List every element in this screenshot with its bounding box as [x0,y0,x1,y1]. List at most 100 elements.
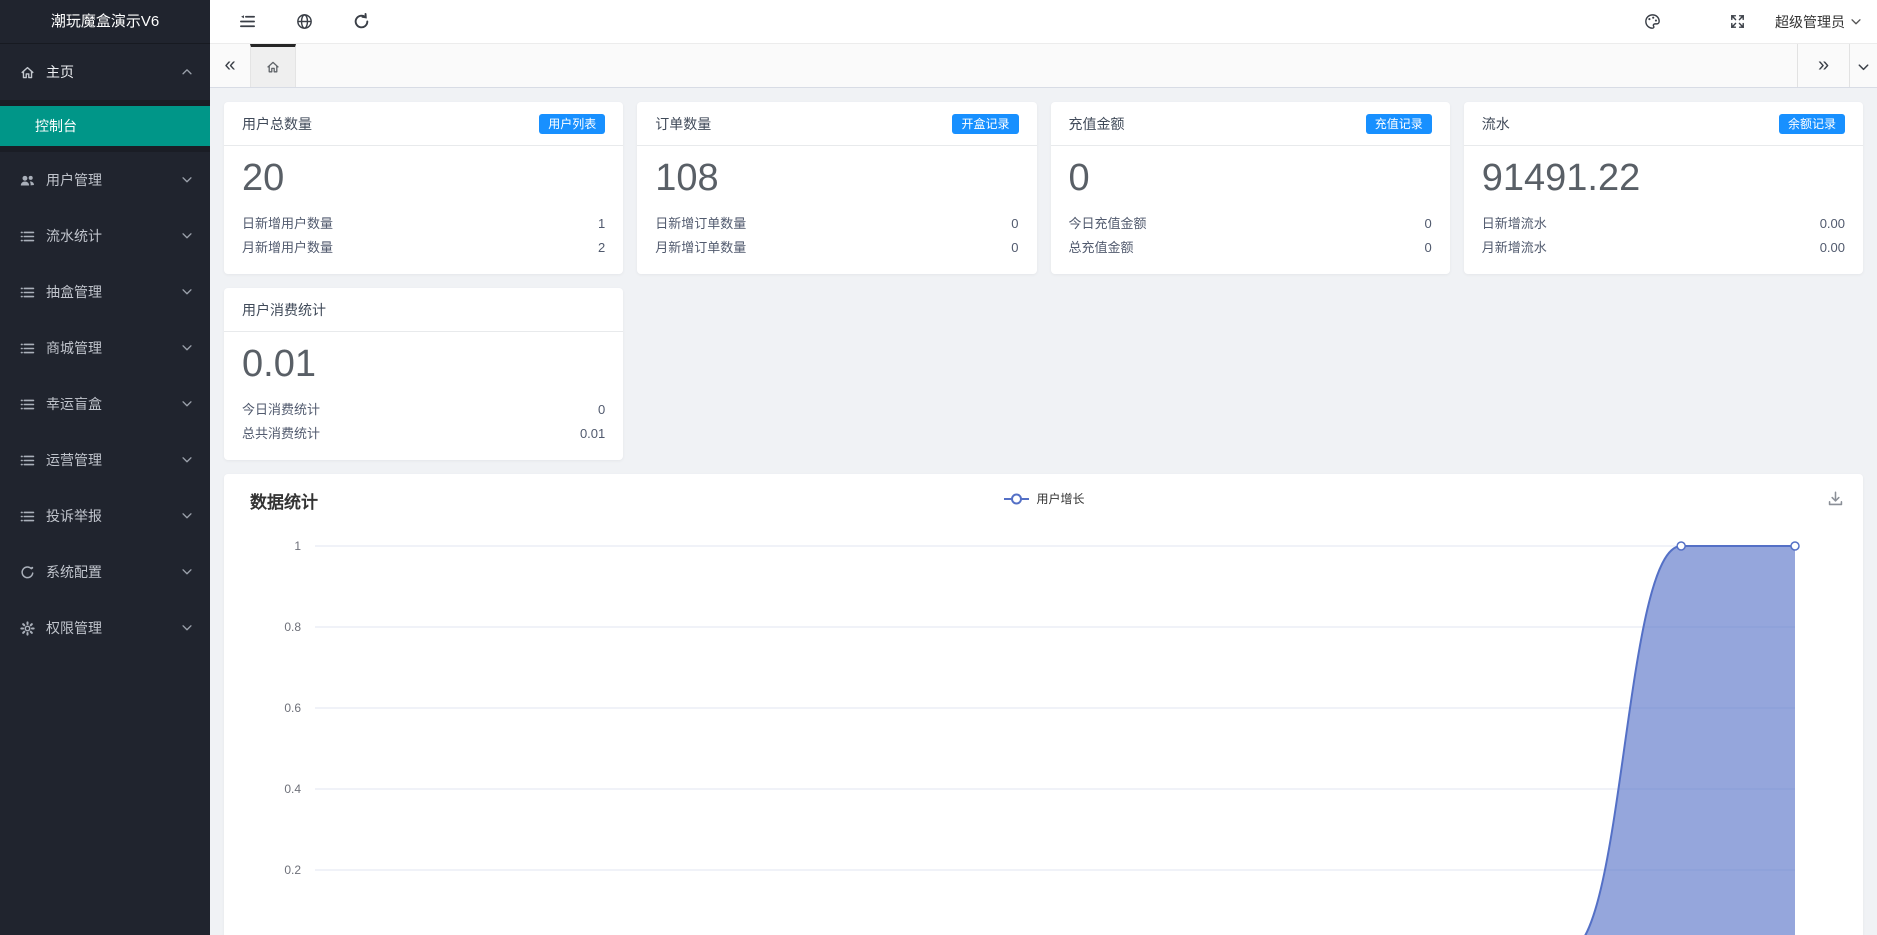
sidebar-item-complaints[interactable]: 投诉举报 [0,488,210,544]
list-icon [19,340,36,357]
fullscreen-icon[interactable] [1728,12,1747,31]
sidebar-submenu: 控制台 [0,100,210,152]
sidebar-item-system-config[interactable]: 系统配置 [0,544,210,600]
row-value: 2 [598,236,605,260]
row-label: 今日充值金额 [1069,212,1147,236]
sidebar-item-lucky-box[interactable]: 幸运盲盒 [0,376,210,432]
sidebar-item-label: 运营管理 [46,450,180,470]
chart-ytick-label: 0.6 [284,701,301,715]
data-statistics-chart-card: 10.80.60.40.2 数据统计 用户增长 [224,474,1863,935]
tabbar: « » [210,44,1877,88]
stat-card-recharge: 充值金额 充值记录 0 今日充值金额 0 总充值金额 0 [1051,102,1450,274]
collapse-sidebar-icon[interactable] [238,12,257,31]
row-value: 0.01 [580,422,605,446]
row-value: 0 [1011,236,1018,260]
download-icon[interactable] [1826,489,1845,508]
card-stat-row: 总充值金额 0 [1051,236,1450,260]
chart-ytick-label: 1 [294,539,301,553]
stat-card-orders: 订单数量 开盒记录 108 日新增订单数量 0 月新增订单数量 0 [637,102,1036,274]
sidebar-item-console[interactable]: 控制台 [0,106,210,146]
user-list-badge-button[interactable]: 用户列表 [539,114,605,134]
sidebar-item-label: 权限管理 [46,618,180,638]
stat-card-consumption: 用户消费统计 0.01 今日消费统计 0 总共消费统计 0.01 [224,288,623,460]
row-label: 总充值金额 [1069,236,1134,260]
row-value: 0.00 [1820,236,1845,260]
row-value: 0 [598,398,605,422]
tab-home[interactable] [250,44,296,87]
recharge-records-badge-button[interactable]: 充值记录 [1366,114,1432,134]
card-stat-row: 月新增用户数量 2 [224,236,623,260]
sidebar-item-label: 投诉举报 [46,506,180,526]
list-icon [19,284,36,301]
row-value: 0.00 [1820,212,1845,236]
row-label: 日新增用户数量 [242,212,333,236]
chart-point[interactable] [1677,542,1685,550]
card-stat-row: 月新增流水 0.00 [1464,236,1863,260]
chart-legend-user-growth[interactable]: 用户增长 [1002,490,1084,507]
card-title: 流水 [1482,114,1510,134]
sidebar-item-label: 流水统计 [46,226,180,246]
list-icon [19,228,36,245]
card-value: 91491.22 [1464,146,1863,205]
chevron-down-icon [180,453,194,467]
card-stat-row: 今日充值金额 0 [1051,212,1450,236]
list-icon [19,396,36,413]
row-value: 0 [1425,236,1432,260]
tabs-scroll-right-button[interactable]: » [1797,44,1849,87]
sidebar-item-flow-statistics[interactable]: 流水统计 [0,208,210,264]
sidebar-item-home[interactable]: 主页 [0,44,210,100]
sidebar-item-permissions[interactable]: 权限管理 [0,600,210,656]
row-label: 日新增订单数量 [655,212,746,236]
sidebar: 潮玩魔盒演示V6 主页 控制台 用户管理 流水统计 抽盒管理 商城管理 幸运盲盒… [0,0,210,935]
chevron-down-icon [1856,58,1871,73]
home-icon [19,64,36,81]
row-value: 1 [598,212,605,236]
stat-cards-row-2: 用户消费统计 0.01 今日消费统计 0 总共消费统计 0.01 [224,288,1863,460]
user-dropdown[interactable]: 超级管理员 [1775,12,1863,32]
legend-label: 用户增长 [1036,490,1084,507]
tabs-spacer [296,44,1797,87]
sidebar-item-label: 商城管理 [46,338,180,358]
tabs-menu-button[interactable] [1849,44,1877,87]
chevron-down-icon [180,341,194,355]
card-title: 用户消费统计 [242,300,326,320]
sidebar-item-mall-management[interactable]: 商城管理 [0,320,210,376]
chart-point[interactable] [1791,542,1799,550]
card-value: 20 [224,146,623,205]
refresh-icon[interactable] [352,12,371,31]
card-stat-row: 月新增订单数量 0 [637,236,1036,260]
card-value: 0 [1051,146,1450,205]
gear-icon [19,620,36,637]
sidebar-item-label: 用户管理 [46,170,180,190]
chart-ytick-label: 0.4 [284,782,301,796]
sidebar-item-label: 抽盒管理 [46,282,180,302]
card-stat-row: 日新增订单数量 0 [637,212,1036,236]
users-icon [19,172,36,189]
growth-chart-svg: 10.80.60.40.2 [224,474,1863,935]
row-label: 日新增流水 [1482,212,1547,236]
tabs-scroll-left-button[interactable]: « [210,44,250,87]
stat-card-flow: 流水 余额记录 91491.22 日新增流水 0.00 月新增流水 0.00 [1464,102,1863,274]
cycle-icon [19,564,36,581]
globe-icon[interactable] [295,12,314,31]
sidebar-item-label: 系统配置 [46,562,180,582]
chevron-down-icon [180,621,194,635]
sidebar-item-operations-management[interactable]: 运营管理 [0,432,210,488]
card-title: 订单数量 [655,114,711,134]
sidebar-item-label: 主页 [46,62,180,82]
open-box-records-badge-button[interactable]: 开盒记录 [952,114,1018,134]
stat-card-total-users: 用户总数量 用户列表 20 日新增用户数量 1 月新增用户数量 2 [224,102,623,274]
card-value: 0.01 [224,332,623,391]
row-value: 0 [1425,212,1432,236]
chevron-down-icon [180,285,194,299]
list-icon [19,508,36,525]
dashboard-content: 用户总数量 用户列表 20 日新增用户数量 1 月新增用户数量 2 [210,88,1877,935]
card-title: 充值金额 [1069,114,1125,134]
sidebar-item-box-management[interactable]: 抽盒管理 [0,264,210,320]
legend-marker-icon [1002,493,1029,505]
balance-records-badge-button[interactable]: 余额记录 [1779,114,1845,134]
chevron-down-icon [180,173,194,187]
palette-icon[interactable] [1643,12,1662,31]
app-title: 潮玩魔盒演示V6 [0,0,210,44]
sidebar-item-user-management[interactable]: 用户管理 [0,152,210,208]
